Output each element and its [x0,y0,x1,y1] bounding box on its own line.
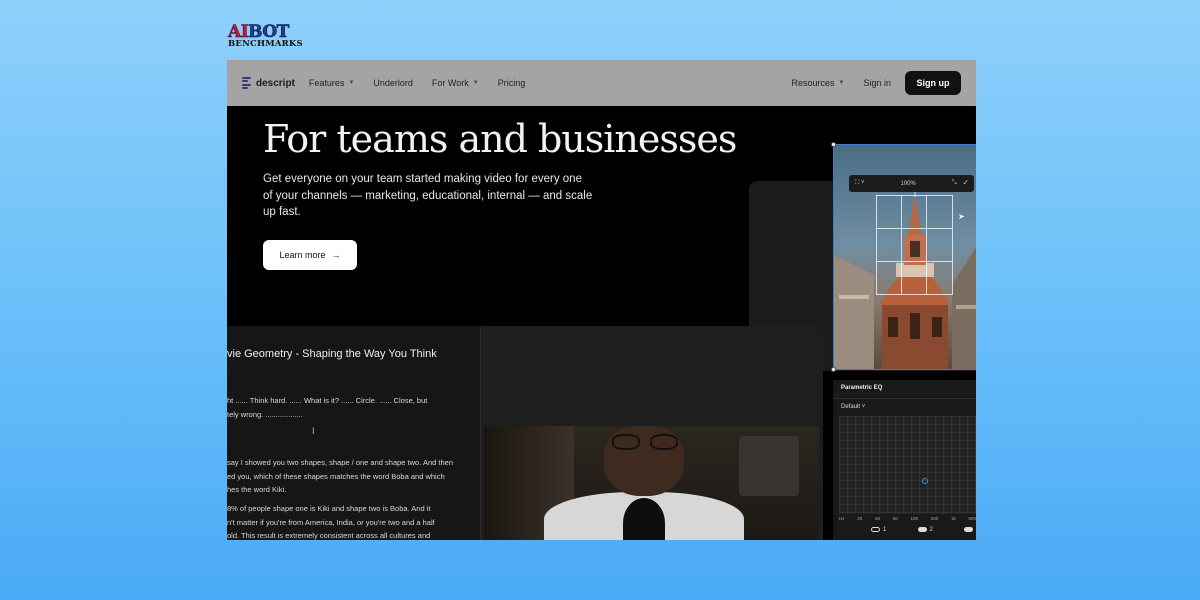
script-paragraph[interactable]: say I showed you two shapes, shape / one… [227,456,472,497]
crop-grid-line [926,195,927,295]
script-line: ed you, which of these shapes matches th… [227,471,445,481]
script-paragraph[interactable]: ht ...... Think hard. ...... What is it?… [227,394,472,421]
toggle-icon [871,527,880,532]
eq-band-2-toggle[interactable]: 2 [917,527,933,534]
checkmark-icon[interactable]: ✓ [963,180,968,186]
nav-underlord[interactable]: Underlord [373,78,413,88]
eq-band-label: 2 [929,527,933,534]
nav-features[interactable]: Features ▼ [309,78,354,88]
nav-underlord-label: Underlord [373,78,413,88]
nav-pricing[interactable]: Pricing [498,78,526,88]
eq-band-1-toggle[interactable]: 1 [871,527,886,533]
toggle-icon [917,527,927,532]
script-line: say I showed you two shapes, shape / one… [227,458,453,467]
aibotbenchmarks-logo: AIBOT BENCHMARKS [228,22,303,49]
eq-preset-label: Default [841,404,861,410]
hero-title: For teams and businesses [263,117,737,161]
eq-band-label: 1 [883,527,887,534]
microphone [623,498,665,540]
crop-frame-icon[interactable]: ⛶ ˅ [855,180,864,187]
parametric-eq-panel: Parametric EQ Default ˅ Hz 20 40 50 100 200 … [833,380,976,540]
arrow-right-icon: → [331,250,341,260]
toolbar-actions: ⤡ ✓ [952,180,968,187]
crop-grid-line [876,294,952,295]
mouse-pointer-icon: ➤ [958,212,965,221]
script-paragraph[interactable]: 8% of people shape one is Kiki and shape… [227,502,472,540]
toggle-icon [964,527,973,532]
learn-more-button[interactable]: Learn more → [263,240,357,270]
panel-divider [480,326,481,540]
nav-features-label: Features [308,78,345,88]
nav-for-work[interactable]: For Work ▼ [432,78,479,88]
glasses [612,434,678,450]
script-line: n't matter if you're from America, India… [227,517,435,527]
eq-band-toggles: 1 2 [871,527,976,533]
script-title: vie Geometry - Shaping the Way You Think [227,348,437,360]
nav-resources[interactable]: Resources ▼ [791,78,844,88]
resize-icon[interactable]: ⤡ [952,180,957,186]
text-cursor-icon: I [312,426,315,436]
video-preview[interactable] [484,426,819,540]
nav-pricing-label: Pricing [497,78,526,88]
hero-subtitle: Get everyone on your team started making… [263,173,593,218]
crop-grid-line [901,195,902,295]
cathedral-image[interactable]: ⛶ ˅ 100% ⤡ ✓ ➤ [833,144,976,370]
chevron-down-icon: ▼ [348,80,355,86]
zoom-level[interactable]: 100% [901,181,916,187]
sign-up-button[interactable]: Sign up [905,71,961,95]
sign-in-link[interactable]: Sign in [863,78,891,88]
divider [833,398,976,399]
background-frame [739,436,799,496]
descript-logo-icon [242,76,251,90]
script-line: hes the word Kiki. [227,485,287,494]
eq-frequency-axis: Hz 20 40 50 100 200 1k 500 [839,516,976,521]
crop-grid-line [952,195,953,295]
chevron-down-icon: ▼ [472,80,479,86]
chevron-down-icon: ˅ [861,404,866,410]
script-editor-panel: vie Geometry - Shaping the Way You Think… [227,326,823,540]
eq-title: Parametric EQ [841,385,883,391]
eq-preset-dropdown[interactable]: Default ˅ [841,404,865,410]
chevron-down-icon: ▼ [838,80,845,86]
brand-logo[interactable]: descript [242,76,295,90]
learn-more-label: Learn more [279,250,326,260]
crop-grid-line [876,228,952,229]
top-navbar: descript Features ▼ Underlord For Work ▼… [227,60,976,106]
script-line: old. This result is extremely consistent… [227,531,431,540]
browser-viewport: descript Features ▼ Underlord For Work ▼… [227,60,976,540]
crop-grid-line [876,261,952,262]
resize-handle[interactable] [831,367,836,372]
crop-grid-line [876,195,952,196]
image-toolbar: ⛶ ˅ 100% ⤡ ✓ [849,175,974,192]
eq-band-node[interactable] [922,478,928,484]
script-line: ht ...... Think hard. ...... What is it?… [227,396,428,405]
crop-grid-line [876,195,877,295]
script-line: 8% of people shape one is Kiki and shape… [227,504,431,513]
eq-band-3-toggle[interactable] [964,527,976,533]
eq-graph[interactable] [839,416,976,514]
resize-handle[interactable] [831,142,836,147]
nav-for-work-label: For Work [431,78,469,88]
nav-resources-label: Resources [791,78,835,88]
brand-name: descript [256,77,295,89]
script-line: tely wrong. .................. [227,409,303,419]
